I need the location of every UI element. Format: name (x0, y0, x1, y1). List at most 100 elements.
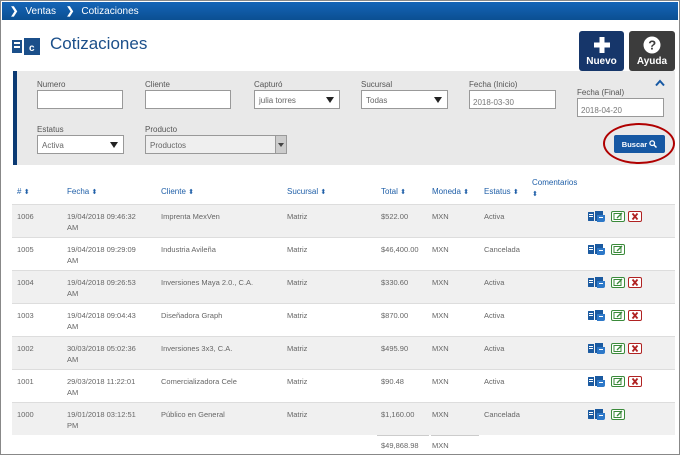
app-frame: ❯ Ventas ❯ Cotizaciones c Cotizaciones N… (0, 0, 680, 455)
edit-icon (613, 212, 623, 220)
cell-estatus: Cancelada (484, 245, 520, 254)
edit-button[interactable] (611, 277, 625, 288)
edit-button[interactable] (611, 244, 625, 255)
delete-button[interactable] (628, 277, 642, 288)
producto-select[interactable]: Productos (145, 135, 287, 154)
cell-moneda: MXN (432, 245, 449, 254)
row-divider (12, 237, 675, 238)
fecha-inicio-input[interactable] (469, 90, 556, 109)
cell-num: 1005 (17, 245, 34, 254)
cell-fecha: 19/04/2018 09:29:09 AM (67, 244, 152, 266)
copy-document-icon[interactable] (588, 376, 605, 387)
cell-estatus: Activa (484, 212, 505, 221)
cell-fecha: 30/03/2018 05:02:36 AM (67, 343, 152, 365)
ayuda-button[interactable]: ? Ayuda (629, 31, 675, 71)
edit-button[interactable] (611, 376, 625, 387)
column-header-num[interactable]: # ⬍ (17, 187, 30, 196)
cell-sucursal: Matriz (287, 410, 308, 419)
copy-document-icon[interactable] (588, 409, 605, 420)
cell-moneda: MXN (432, 344, 449, 353)
cell-moneda: MXN (432, 311, 449, 320)
cell-fecha-period: AM (67, 289, 79, 298)
cell-cliente: Imprenta MexVen (161, 212, 220, 221)
cell-cliente: Diseñadora Graph (161, 311, 223, 320)
column-header-total[interactable]: Total ⬍ (381, 187, 406, 196)
cliente-input[interactable] (145, 90, 231, 109)
svg-text:c: c (29, 43, 35, 54)
cell-fecha: 19/04/2018 09:04:43 AM (67, 310, 152, 332)
sucursal-value: Todas (366, 96, 388, 105)
cell-estatus: Activa (484, 344, 505, 353)
sort-icon: ⬍ (463, 189, 470, 196)
capturo-label: Capturó (254, 80, 283, 89)
column-header-comentarios[interactable]: Comentarios ⬍ (532, 177, 577, 200)
estatus-value: Activa (42, 141, 64, 150)
sort-icon: ⬍ (320, 189, 327, 196)
quote-document-icon: c (12, 38, 40, 55)
delete-button[interactable] (628, 343, 642, 354)
capturo-value: julia torres (259, 96, 296, 105)
sucursal-select[interactable]: Todas (361, 90, 448, 109)
cell-sucursal: Matriz (287, 278, 308, 287)
ayuda-label: Ayuda (636, 56, 668, 67)
capturo-select[interactable]: julia torres (254, 90, 340, 109)
row-divider (12, 270, 675, 271)
edit-button[interactable] (611, 409, 625, 420)
numero-input[interactable] (37, 90, 123, 109)
chevron-up-icon[interactable] (655, 79, 665, 87)
estatus-select[interactable]: Activa (37, 135, 124, 154)
nuevo-button[interactable]: Nuevo (579, 31, 624, 71)
divider (377, 435, 429, 436)
sort-icon: ⬍ (532, 191, 538, 198)
header-label: Moneda (432, 187, 461, 196)
breadcrumb-ventas[interactable]: Ventas (25, 6, 56, 17)
row-divider (12, 303, 675, 304)
cell-fecha-date: 19/04/2018 09:26:53 (67, 278, 136, 287)
copy-document-icon[interactable] (588, 211, 605, 222)
cell-fecha-period: AM (67, 256, 79, 265)
column-header-sucursal[interactable]: Sucursal ⬍ (287, 187, 326, 196)
cell-fecha-period: AM (67, 355, 79, 364)
column-header-cliente[interactable]: Cliente ⬍ (161, 187, 194, 196)
column-header-fecha[interactable]: Fecha ⬍ (67, 187, 97, 196)
cell-total: $870.00 (381, 311, 409, 320)
fecha-inicio-label: Fecha (Inicio) (469, 80, 518, 89)
row-divider (12, 204, 675, 205)
table-row: 1002 30/03/2018 05:02:36 AM Inversiones 3x3… (12, 336, 675, 369)
table-row: 1000 19/01/2018 03:12:51 PM Público en Gene… (12, 402, 675, 435)
table-row: 1003 19/04/2018 09:04:43 AM Diseñadora Grap… (12, 303, 675, 336)
sucursal-label: Sucursal (361, 80, 393, 89)
plus-icon (593, 37, 610, 53)
delete-button[interactable] (628, 211, 642, 222)
copy-document-icon[interactable] (588, 277, 605, 288)
cell-fecha: 19/01/2018 03:12:51 PM (67, 409, 152, 431)
edit-button[interactable] (611, 211, 625, 222)
cell-estatus: Activa (484, 278, 505, 287)
breadcrumb-cotizaciones[interactable]: Cotizaciones (81, 6, 138, 17)
copy-document-icon[interactable] (588, 244, 605, 255)
close-icon (631, 344, 639, 353)
copy-document-icon[interactable] (588, 310, 605, 321)
fecha-final-input[interactable] (577, 98, 664, 117)
edit-icon (613, 311, 623, 319)
delete-button[interactable] (628, 310, 642, 321)
column-header-moneda[interactable]: Moneda ⬍ (432, 187, 469, 196)
close-icon (631, 212, 639, 221)
edit-icon (613, 410, 623, 418)
header-label: Comentarios (532, 178, 578, 187)
column-header-estatus[interactable]: Estatus ⬍ (484, 187, 519, 196)
cell-sucursal: Matriz (287, 212, 308, 221)
edit-button[interactable] (611, 343, 625, 354)
copy-document-icon[interactable] (588, 343, 605, 354)
edit-button[interactable] (611, 310, 625, 321)
delete-button[interactable] (628, 376, 642, 387)
estatus-label: Estatus (37, 125, 64, 134)
cell-estatus: Cancelada (484, 410, 520, 419)
cell-cliente: Público en General (161, 410, 225, 419)
chevron-down-icon (275, 136, 286, 153)
highlight-annotation (603, 123, 675, 164)
chevron-down-icon (326, 97, 334, 103)
chevron-right-icon: ❯ (10, 5, 19, 17)
cell-fecha: 29/03/2018 11:22:01 AM (67, 376, 152, 398)
fecha-final-label: Fecha (Final) (577, 88, 625, 97)
